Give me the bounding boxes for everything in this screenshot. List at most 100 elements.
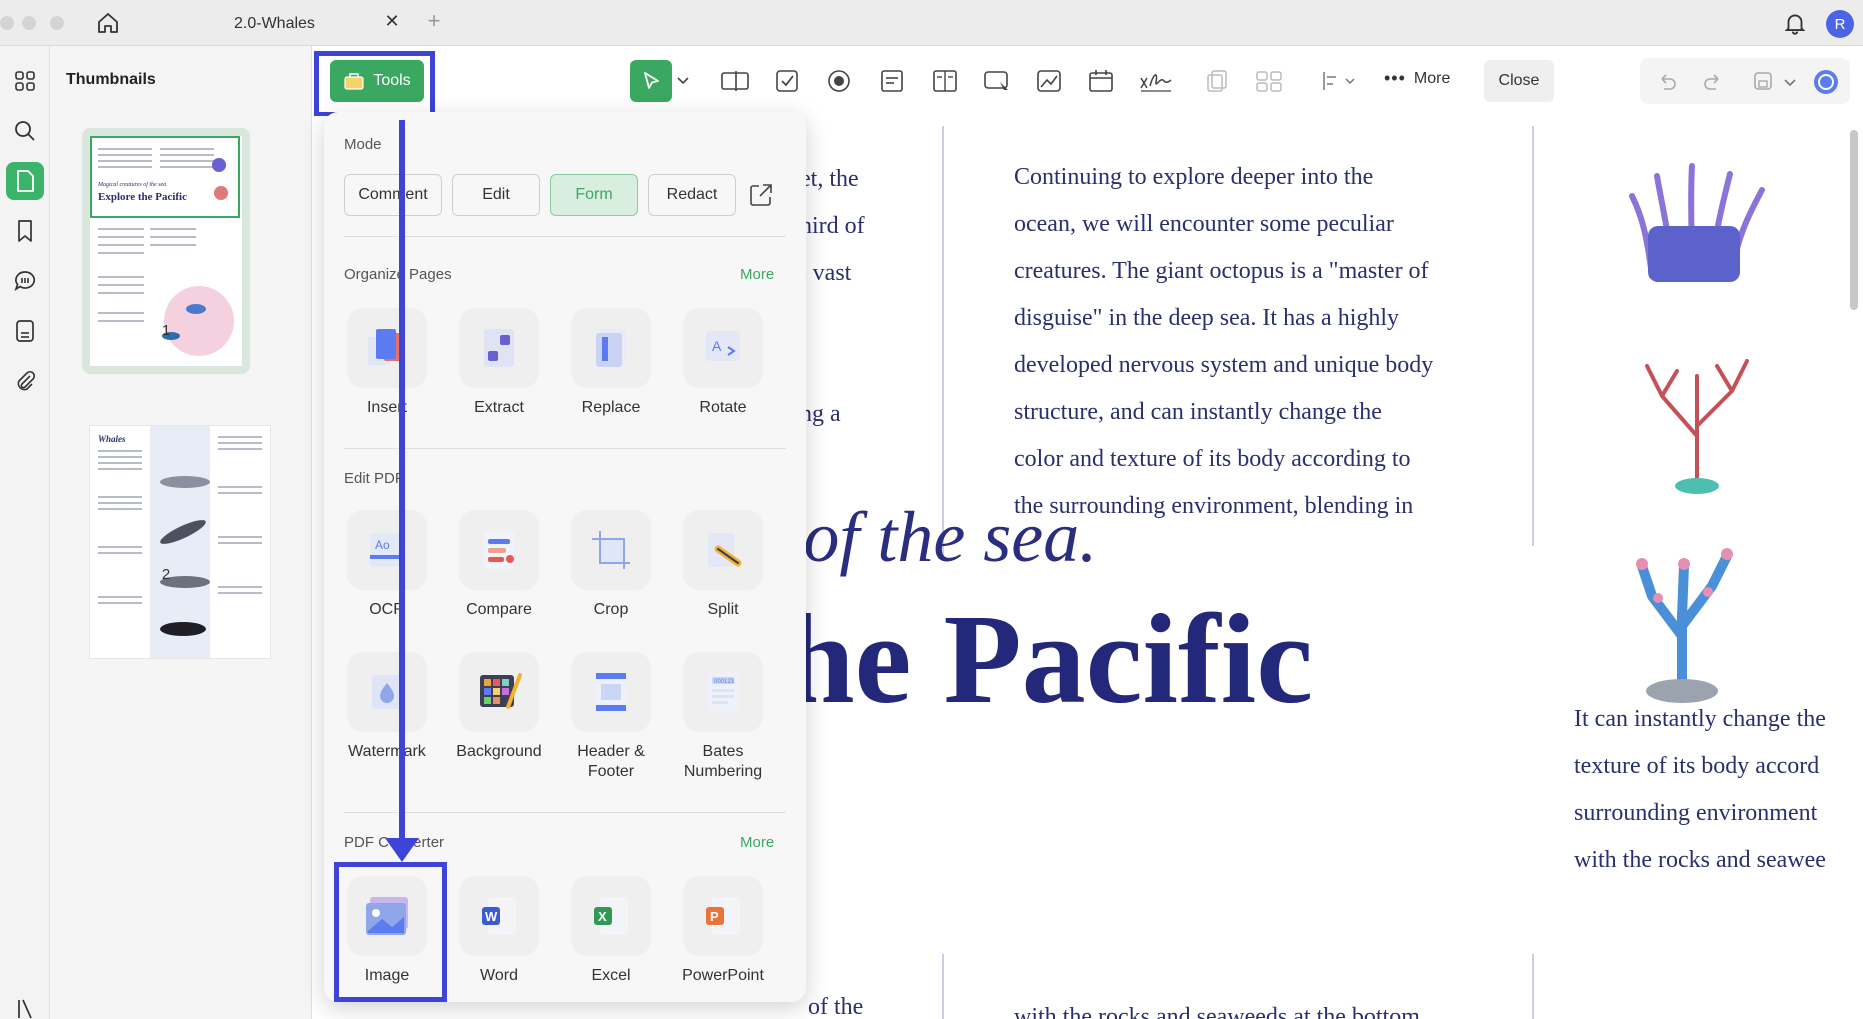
window-minimize-dot[interactable] <box>22 16 36 30</box>
column-divider <box>942 126 944 556</box>
column-divider <box>942 954 944 1019</box>
tool-compare[interactable]: Compare <box>444 510 554 620</box>
radio-button-icon[interactable] <box>822 64 856 98</box>
thumbnail-heading: Explore the Pacific <box>98 191 187 203</box>
ellipsis-icon: ••• <box>1384 68 1406 88</box>
save-icon[interactable] <box>1752 70 1774 97</box>
text-line: Continuing to explore deeper into the <box>1014 164 1374 190</box>
bell-icon[interactable] <box>1782 10 1808 41</box>
chevron-down-icon[interactable] <box>670 64 696 98</box>
text-line: It can instantly change the <box>1574 706 1826 732</box>
ai-assistant-icon[interactable] <box>1812 68 1840 101</box>
undo-icon[interactable] <box>1656 70 1678 97</box>
history-toolbar-group <box>1640 58 1850 104</box>
excel-icon: X <box>571 876 651 956</box>
comment-icon[interactable] <box>6 262 44 300</box>
text-line: ocean, we will encounter some peculiar <box>1014 211 1394 237</box>
close-button[interactable]: Close <box>1484 60 1554 102</box>
crop-icon <box>571 510 651 590</box>
tool-bates-numbering[interactable]: 000123 Bates Numbering <box>668 652 778 782</box>
text-field-icon[interactable] <box>718 64 752 98</box>
text-line: with the rocks and seawee <box>1574 847 1826 873</box>
button-field-icon[interactable] <box>980 64 1014 98</box>
new-tab-icon[interactable]: + <box>422 8 446 34</box>
thumbnail-page-2[interactable]: Whales <box>90 426 270 658</box>
attachment-icon[interactable] <box>6 362 44 400</box>
thumbnails-title: Thumbnails <box>66 71 156 88</box>
tool-insert[interactable]: Insert <box>332 308 442 418</box>
text-line: texture of its body accord <box>1574 753 1820 779</box>
tool-label: Excel <box>591 967 631 984</box>
layers-icon[interactable] <box>6 990 44 1019</box>
thumbnails-icon[interactable] <box>6 162 44 200</box>
image-tool-highlight-box <box>334 862 447 1002</box>
combo-box-icon[interactable] <box>876 64 910 98</box>
mode-comment-button[interactable]: Comment <box>344 174 442 216</box>
tool-ocr[interactable]: Ao OCR <box>332 510 442 620</box>
svg-text:P: P <box>710 909 719 924</box>
tool-header-footer[interactable]: Header & Footer <box>556 652 666 782</box>
open-external-icon[interactable] <box>748 182 774 213</box>
edit-section-label: Edit PDF <box>344 470 405 487</box>
word-icon: W <box>459 876 539 956</box>
image-field-icon[interactable] <box>1032 64 1066 98</box>
tab-close-icon[interactable]: ✕ <box>380 11 404 32</box>
rotate-pages-icon: A <box>683 308 763 388</box>
tool-convert-powerpoint[interactable]: P PowerPoint <box>668 876 778 986</box>
text-line: creatures. The giant octopus is a "maste… <box>1014 258 1429 284</box>
more-button[interactable]: ••• More <box>1384 68 1450 89</box>
powerpoint-icon: P <box>683 876 763 956</box>
text-line: surrounding environment <box>1574 800 1818 826</box>
bookmark-icon[interactable] <box>6 212 44 250</box>
tool-background[interactable]: Background <box>444 652 554 762</box>
document-tab[interactable]: 2.0-Whales ✕ <box>180 6 420 42</box>
mode-redact-button[interactable]: Redact <box>648 174 736 216</box>
grid-icon[interactable] <box>6 62 44 100</box>
date-field-icon[interactable] <box>1084 64 1118 98</box>
svg-text:W: W <box>485 909 498 924</box>
redo-icon[interactable] <box>1702 70 1724 97</box>
checkbox-icon[interactable] <box>770 64 804 98</box>
mode-edit-button[interactable]: Edit <box>452 174 540 216</box>
window-zoom-dot[interactable] <box>50 16 64 30</box>
list-box-icon[interactable] <box>928 64 962 98</box>
duplicate-icon[interactable] <box>1200 64 1234 98</box>
tool-replace[interactable]: Replace <box>556 308 666 418</box>
tool-rotate[interactable]: A Rotate <box>668 308 778 418</box>
title-bar: 2.0-Whales ✕ + R <box>0 0 1863 46</box>
tool-extract[interactable]: Extract <box>444 308 554 418</box>
grid-arrange-icon[interactable] <box>1252 64 1286 98</box>
signature-icon[interactable] <box>1136 64 1176 98</box>
converter-more-link[interactable]: More <box>740 834 774 851</box>
vertical-scrollbar[interactable] <box>1850 130 1858 310</box>
save-options-chevron-icon[interactable] <box>1784 74 1796 92</box>
window-close-dot[interactable] <box>0 16 14 30</box>
tool-convert-word[interactable]: W Word <box>444 876 554 986</box>
align-icon[interactable] <box>1318 64 1362 98</box>
bottom-col-2-text: with the rocks and seaweeds at the botto… <box>1014 1004 1420 1019</box>
column-2-text: Continuing to explore deeper into the oc… <box>1014 154 1433 530</box>
search-icon[interactable] <box>6 112 44 150</box>
watermark-icon <box>347 652 427 732</box>
tool-label: Insert <box>366 399 407 416</box>
tool-label: Replace <box>581 399 641 416</box>
text-line: ng a <box>800 401 841 427</box>
organize-more-link[interactable]: More <box>740 266 774 283</box>
tool-label: Header & Footer <box>577 743 645 780</box>
form-fields-icon[interactable] <box>6 312 44 350</box>
text-line <box>800 344 865 391</box>
tool-split[interactable]: Split <box>668 510 778 620</box>
tool-crop[interactable]: Crop <box>556 510 666 620</box>
home-icon[interactable] <box>92 9 124 37</box>
tool-label: Extract <box>474 399 524 416</box>
background-icon <box>459 652 539 732</box>
insert-pages-icon <box>347 308 427 388</box>
mode-form-button[interactable]: Form <box>550 174 638 216</box>
select-tool-button[interactable] <box>630 60 672 102</box>
text-line: et, the <box>800 166 859 192</box>
text-line: l vast <box>800 260 852 286</box>
tool-convert-excel[interactable]: X Excel <box>556 876 666 986</box>
avatar[interactable]: R <box>1826 10 1854 38</box>
tool-watermark[interactable]: Watermark <box>332 652 442 762</box>
annotation-arrow <box>399 120 405 845</box>
